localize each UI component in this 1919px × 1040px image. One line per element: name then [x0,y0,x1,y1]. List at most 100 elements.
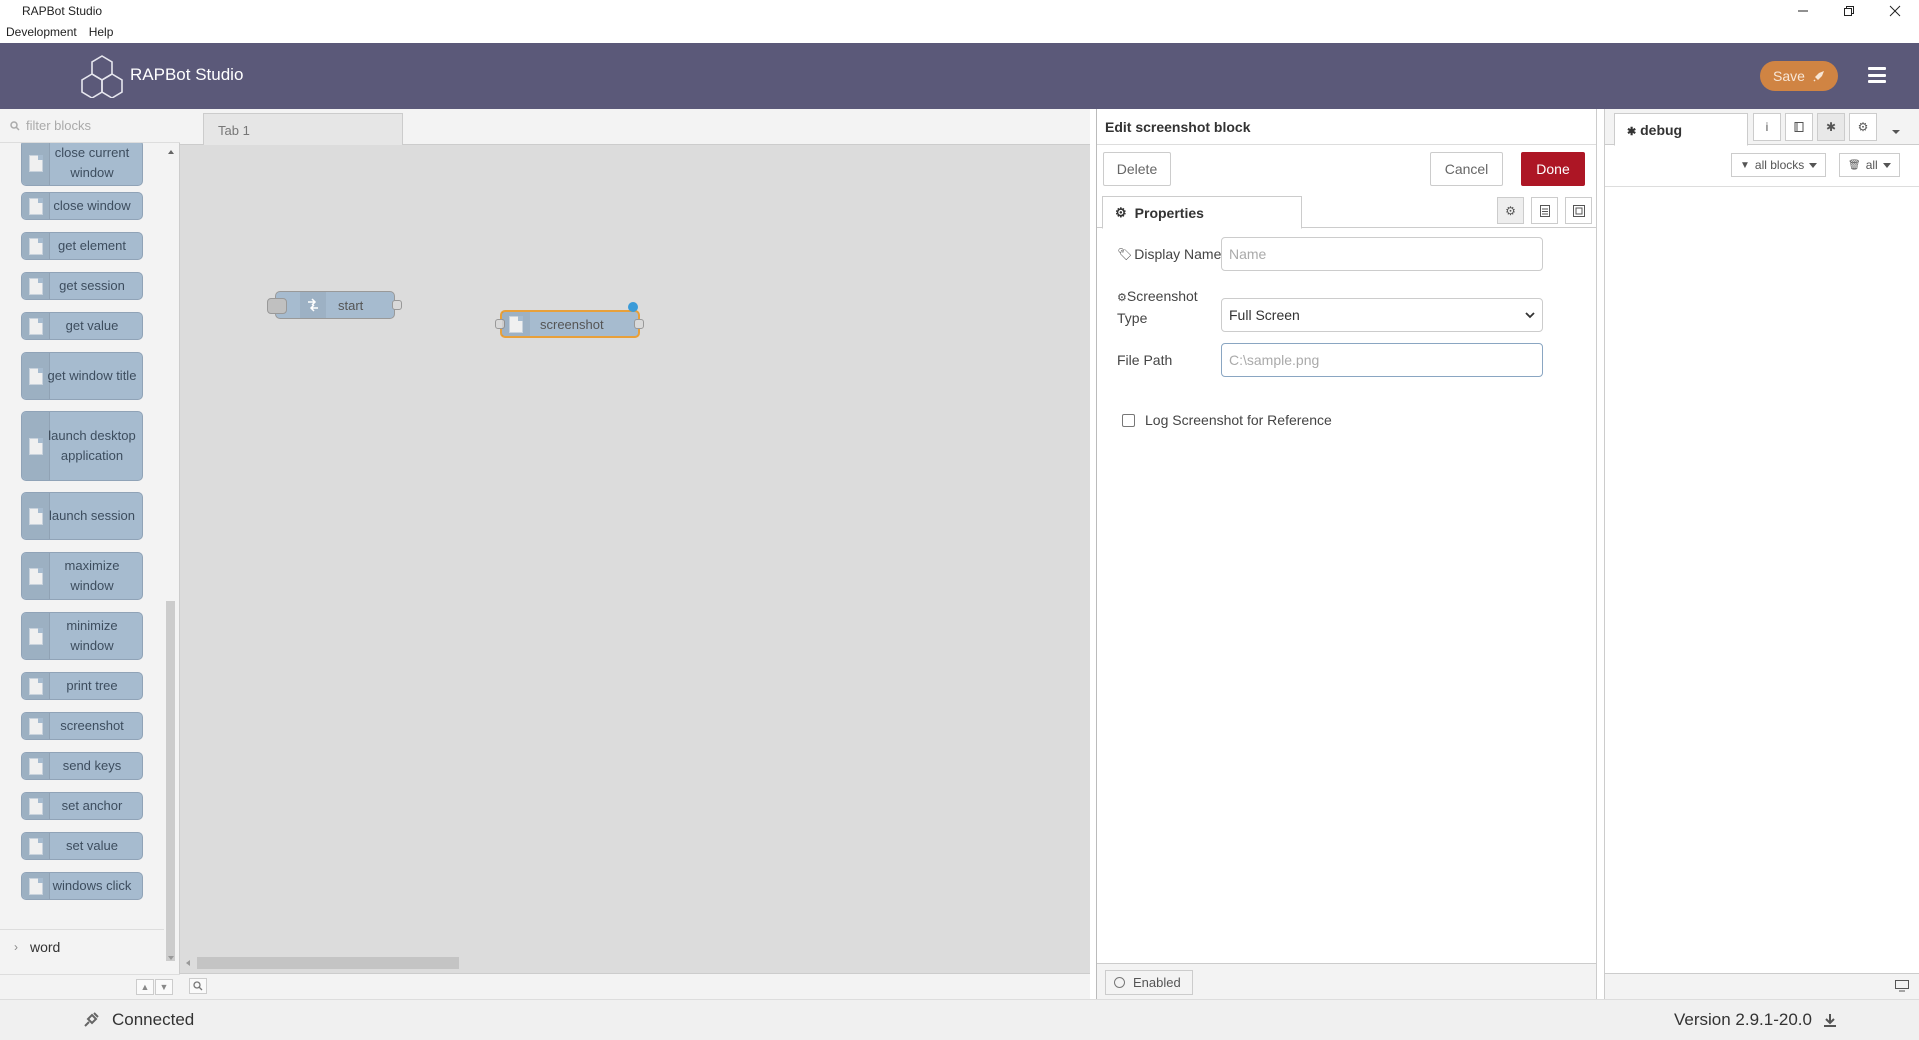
zoom-search-icon[interactable] [189,978,207,994]
scroll-left-icon[interactable] [183,958,193,968]
inject-button[interactable] [267,298,287,314]
info-icon[interactable]: i [1753,113,1781,141]
changed-indicator [628,302,638,312]
workspace-canvas[interactable]: start screenshot [180,145,1090,953]
block-palette: filter blocks close current window close… [0,109,180,999]
tab-debug[interactable]: ✱ debug [1614,113,1748,146]
debug-sidebar: ✱ debug i ✱ ⚙ ▼ all blocks 🗑 all [1604,109,1919,999]
download-icon[interactable] [1822,1012,1838,1028]
display-name-input[interactable] [1221,237,1543,271]
palette-node-get-value[interactable]: get value [21,312,143,340]
trash-icon: 🗑 [1848,159,1861,171]
menu-development[interactable]: Development [0,22,83,43]
bug-icon: ✱ [1627,126,1637,138]
file-path-input[interactable] [1221,343,1543,377]
menu-help[interactable]: Help [83,22,120,43]
workspace-tabbar: Tab 1 [180,109,1090,146]
tab-debug-label: debug [1640,122,1683,138]
window-titlebar: RAPBot Studio [0,0,1919,22]
palette-node-get-element[interactable]: get element [21,232,143,260]
workspace-scroll-thumb[interactable] [197,957,459,969]
restore-icon[interactable] [1826,0,1872,22]
sidebar-footer [1605,973,1919,999]
menubar: Development Help [0,22,1919,43]
tab-properties[interactable]: ⚙ Properties [1102,196,1302,229]
palette-node-minimize-window[interactable]: minimize window [21,612,143,660]
debug-filter-select[interactable]: ▼ all blocks [1731,153,1827,177]
brand-title: RAPBot Studio [130,65,244,84]
palette-node-close-current-window[interactable]: close current window [21,143,143,186]
output-port[interactable] [392,300,402,310]
scroll-down-icon[interactable] [164,953,178,963]
chevron-right-icon: › [14,939,18,954]
gear-icon: ⚙ [1115,204,1127,220]
arrow-right-icon [300,292,326,318]
palette-scrollbar[interactable] [164,143,178,963]
plug-icon [84,1012,99,1027]
caret-down-icon [1809,162,1818,168]
log-screenshot-row: Log Screenshot for Reference [1122,412,1332,428]
delete-button[interactable]: Delete [1103,152,1171,186]
rocket-icon [1813,71,1824,82]
palette-node-launch-session[interactable]: launch session [21,492,143,540]
status-bar: Connected Version 2.9.1-20.0 [0,999,1919,1040]
collapse-up-icon[interactable]: ▲ [136,979,154,995]
palette-node-set-value[interactable]: set value [21,832,143,860]
palette-node-screenshot[interactable]: screenshot [21,712,143,740]
chevron-down-icon [1525,311,1535,318]
done-button[interactable]: Done [1521,152,1585,186]
save-button[interactable]: Save [1760,61,1838,91]
tag-icon: 🏷 [1117,247,1133,261]
palette-node-print-tree[interactable]: print tree [21,672,143,700]
debug-clear-select[interactable]: 🗑 all [1839,153,1900,177]
chevron-down-icon[interactable] [1891,123,1901,138]
palette-node-get-session[interactable]: get session [21,272,143,300]
palette-scroll-thumb[interactable] [166,601,175,961]
debug-bug-icon[interactable]: ✱ [1817,113,1845,141]
palette-node-maximize-window[interactable]: maximize window [21,552,143,600]
palette-filter-placeholder: filter blocks [26,118,92,133]
screenshot-type-label: ⚙Screenshot Type [1117,288,1198,326]
output-port[interactable] [634,319,644,329]
close-icon[interactable] [1872,0,1918,22]
cancel-button[interactable]: Cancel [1430,152,1503,186]
palette-node-close-window[interactable]: close window [21,192,143,220]
tab-properties-label: Properties [1134,204,1204,221]
tray-title: Edit screenshot block [1097,109,1596,145]
logo-icon [81,55,123,98]
minimize-icon[interactable] [1780,0,1826,22]
screenshot-type-select[interactable]: Full Screen [1221,298,1543,332]
category-label: word [30,938,61,955]
settings-gear-icon[interactable]: ⚙ [1497,197,1524,224]
palette-node-send-keys[interactable]: send keys [21,752,143,780]
palette-category-word[interactable]: › word [0,929,164,963]
file-path-label: File Path [1117,352,1173,368]
workspace-hscrollbar[interactable] [180,953,1090,973]
palette-node-list: close current window close window get el… [0,143,164,929]
search-icon [10,120,20,131]
description-doc-icon[interactable] [1531,197,1558,224]
debug-filter-label: all blocks [1754,158,1805,172]
screenshot-type-value: Full Screen [1229,307,1300,323]
palette-node-set-anchor[interactable]: set anchor [21,792,143,820]
menu-hamburger-icon[interactable] [1868,67,1886,83]
display-name-label: 🏷 Display Name [1117,246,1222,262]
palette-node-launch-desktop-application[interactable]: launch desktop application [21,411,143,481]
palette-node-get-window-title[interactable]: get window title [21,352,143,400]
book-icon[interactable] [1785,113,1813,141]
flow-node-screenshot[interactable]: screenshot [495,302,644,338]
collapse-down-icon[interactable]: ▼ [155,979,173,995]
appearance-frame-icon[interactable] [1565,197,1592,224]
enabled-toggle[interactable]: Enabled [1105,970,1193,995]
log-screenshot-checkbox[interactable] [1122,413,1135,427]
scroll-up-icon[interactable] [164,147,178,157]
tab-1[interactable]: Tab 1 [203,113,403,146]
save-label: Save [1773,68,1805,84]
monitor-icon[interactable] [1895,980,1909,995]
palette-node-windows-click[interactable]: windows click [21,872,143,900]
flow-node-start[interactable]: start [267,291,402,319]
connection-status: Connected [82,1010,194,1030]
palette-filter[interactable]: filter blocks [0,109,180,143]
config-gear-icon[interactable]: ⚙ [1849,113,1877,141]
edit-tray: Edit screenshot block Delete Cancel Done… [1096,109,1597,999]
